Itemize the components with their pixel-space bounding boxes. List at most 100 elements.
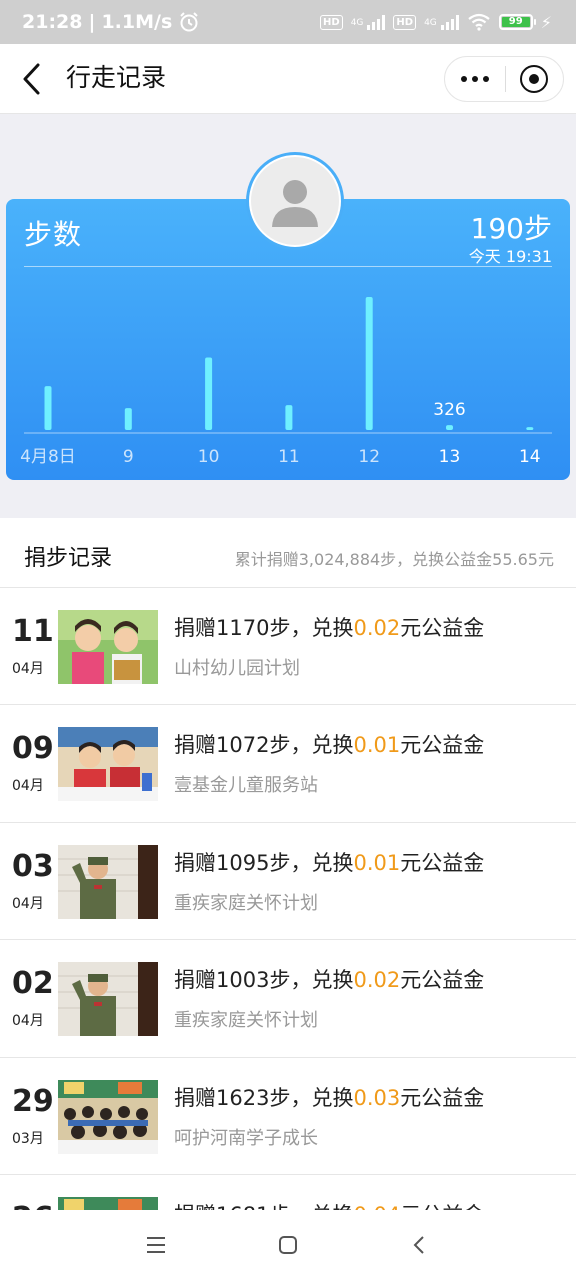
chart-tick-label: 12 xyxy=(358,447,380,467)
home-button[interactable] xyxy=(263,1220,313,1270)
signal-icon-1 xyxy=(367,14,386,30)
chart-tick-label: 14 xyxy=(519,447,541,467)
donation-records-header: 捐步记录 累计捐赠3,024,884步，兑换公益金55.65元 xyxy=(0,518,576,588)
chart-bar[interactable] xyxy=(446,425,453,430)
record-amount: 0.02 xyxy=(353,616,401,640)
record-month: 04月 xyxy=(12,661,44,677)
alarm-icon xyxy=(180,12,198,32)
record-day: 26 xyxy=(12,1201,54,1210)
list-item[interactable]: 02 04月 捐赠1003步，兑换0.02元公益金重疾家庭关怀计划 xyxy=(0,940,576,1058)
project-thumbnail xyxy=(58,610,158,684)
project-thumbnail xyxy=(58,844,158,919)
record-month: 04月 xyxy=(12,1013,44,1030)
record-day: 11 xyxy=(12,614,54,649)
list-item[interactable]: 29 03月 捐赠1623步，兑换0.03元公益金呵护河南学子成长 xyxy=(0,1058,576,1175)
record-prefix: 捐赠1170步，兑换 xyxy=(174,616,354,640)
chart-bar[interactable] xyxy=(365,297,373,430)
menu-button[interactable] xyxy=(131,1220,181,1270)
chart-bar[interactable] xyxy=(124,408,132,430)
home-square-icon xyxy=(279,1236,297,1254)
list-item[interactable]: 03 04月 捐赠1095步，兑换0.01元公益金重疾家庭关怀计划 xyxy=(0,823,576,941)
record-prefix: 捐赠1003步，兑换 xyxy=(174,968,354,993)
record-month: 04月 xyxy=(12,778,44,795)
system-back-button[interactable] xyxy=(395,1220,445,1270)
record-amount: 0.04 xyxy=(353,1203,400,1210)
chart-tick-label: 13 xyxy=(439,447,461,467)
record-amount: 0.02 xyxy=(353,968,401,993)
network-type-2: 4G xyxy=(424,17,437,28)
record-suffix: 元公益金 xyxy=(400,968,485,993)
status-left: 21:28 | 1.1M/s xyxy=(22,11,200,33)
record-project-name: 山村幼儿园计划 xyxy=(174,658,300,679)
chart-tick-label: 11 xyxy=(278,447,300,467)
record-project-name: 重疾家庭关怀计划 xyxy=(174,892,318,914)
back-button[interactable] xyxy=(18,62,48,96)
record-project-name: 重疾家庭关怀计划 xyxy=(174,1010,318,1032)
record-prefix: 捐赠1072步，兑换 xyxy=(174,733,354,758)
chart-bar[interactable] xyxy=(285,405,293,430)
menu-icon xyxy=(147,1237,165,1253)
mini-program-capsule xyxy=(444,56,564,102)
more-button[interactable] xyxy=(445,57,505,101)
status-bar: 21:28 | 1.1M/s HD 4G HD 4G 99 ⚡ xyxy=(0,0,576,44)
battery-icon: 99 xyxy=(498,14,536,30)
chart-tick-label: 4月8日 xyxy=(20,447,76,467)
donation-record-list[interactable]: 11 04月 捐赠1170步，兑换0.02元公益金 山村幼儿园计划 09 04月 捐赠107… xyxy=(0,588,576,1210)
record-suffix: 元公益金 xyxy=(400,850,485,875)
record-donation-text: 捐赠1623步，兑换0.03元公益金 xyxy=(174,1082,484,1112)
record-project-name: 壹基金儿童服务站 xyxy=(174,775,318,797)
chart-tick-label: 9 xyxy=(123,447,134,467)
more-dot xyxy=(460,76,467,82)
more-dot xyxy=(471,76,478,82)
record-suffix: 元公益金 xyxy=(400,733,485,758)
project-thumbnail xyxy=(58,1079,158,1154)
record-amount: 0.03 xyxy=(353,1085,401,1110)
record-day: 29 xyxy=(12,1083,54,1119)
record-suffix: 元公益金 xyxy=(400,1203,484,1210)
wifi-icon xyxy=(468,13,490,31)
record-prefix: 捐赠1623步，兑换 xyxy=(174,1085,354,1110)
record-project-name: 呵护河南学子成长 xyxy=(174,1127,318,1149)
record-amount: 0.01 xyxy=(353,850,401,875)
record-prefix: 捐赠1681步，兑换 xyxy=(174,1203,353,1210)
record-amount: 0.01 xyxy=(353,733,401,758)
list-item[interactable]: 11 04月 捐赠1170步，兑换0.02元公益金山村幼儿园计划 xyxy=(0,588,576,706)
record-donation-text: 捐赠1681步，兑换0.04元公益金 xyxy=(174,1199,484,1210)
record-day: 02 xyxy=(12,966,54,1002)
project-thumbnail xyxy=(58,1196,158,1210)
chart-bar[interactable] xyxy=(526,427,534,430)
records-summary: 累计捐赠3,024,884步，兑换公益金55.65元 xyxy=(234,550,554,569)
record-donation-text: 捐赠1095步，兑换0.01元公益金 xyxy=(174,847,484,877)
system-nav-bar xyxy=(0,1210,576,1280)
project-thumbnail xyxy=(58,962,158,1037)
signal-icon-2 xyxy=(440,14,459,30)
status-time: 21:28 xyxy=(22,11,83,33)
record-donation-text: 捐赠1072步，兑换0.01元公益金 xyxy=(174,729,484,759)
record-day: 03 xyxy=(12,848,54,884)
status-speed: 1.1M/s xyxy=(101,11,173,33)
list-item[interactable]: 2603月捐赠1681步，兑换0.04元公益金 xyxy=(0,1175,576,1210)
list-item[interactable]: 09 04月 捐赠1072步，兑换0.01元公益金 壹基金儿童服务站 xyxy=(0,705,576,823)
chart-bar[interactable] xyxy=(205,357,213,430)
record-donation-text: 捐赠1003步，兑换0.02元公益金 xyxy=(174,964,484,994)
target-circle-icon xyxy=(520,65,549,93)
status-right: HD 4G HD 4G 99 ⚡ xyxy=(320,13,552,32)
back-chevron-icon xyxy=(413,1236,424,1254)
record-suffix: 元公益金 xyxy=(400,1085,485,1110)
record-donation-text: 捐赠1170步，兑换0.02元公益金 xyxy=(174,612,484,642)
status-divider: | xyxy=(88,11,96,33)
chart-tick-label: 10 xyxy=(198,447,220,467)
project-thumbnail xyxy=(58,727,158,802)
default-avatar-icon xyxy=(272,180,318,227)
avatar[interactable] xyxy=(246,152,344,250)
record-suffix: 元公益金 xyxy=(400,616,485,640)
network-type-1: 4G xyxy=(350,17,364,28)
chart-bar[interactable] xyxy=(44,386,52,430)
charging-icon: ⚡ xyxy=(540,12,552,32)
record-month: 04月 xyxy=(12,895,44,912)
record-month: 03月 xyxy=(12,1130,44,1147)
close-mini-program-button[interactable] xyxy=(505,57,563,101)
hd-badge-1: HD xyxy=(320,14,343,30)
record-prefix: 捐赠1095步，兑换 xyxy=(174,850,354,875)
more-dot xyxy=(482,76,489,82)
